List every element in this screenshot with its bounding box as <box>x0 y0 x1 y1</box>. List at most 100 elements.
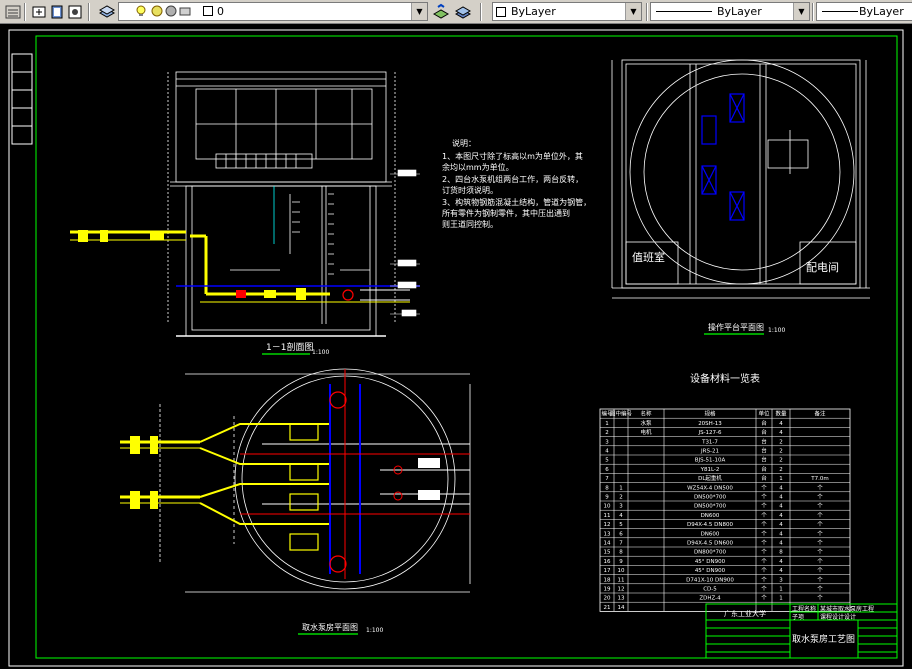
title-drawing-name: 取水泵房工艺图 <box>792 633 855 645</box>
table-cell: 个 <box>761 530 767 537</box>
table-cell: 13 <box>618 596 625 602</box>
table-cell: 7 <box>605 476 609 482</box>
title-item-label: 子项 <box>792 614 804 621</box>
sun-icon <box>151 5 163 17</box>
table-cell: 9 <box>605 495 609 501</box>
section-title: 1－1剖面图 <box>266 341 313 353</box>
chevron-down-icon[interactable]: ▼ <box>625 3 641 20</box>
layer-dropdown[interactable]: 0 ▼ <box>118 2 428 21</box>
table-cell: 3 <box>619 504 623 510</box>
lock-icon <box>165 5 177 17</box>
table-cell: 2 <box>779 439 783 445</box>
table-cell: 8 <box>605 485 609 491</box>
lightbulb-icon <box>135 5 147 17</box>
table-cell: 4 <box>779 559 783 565</box>
pump-plan-pipes <box>120 369 470 579</box>
drawing-border <box>35 35 898 659</box>
table-cell: 15 <box>604 550 611 556</box>
table-cell: 个 <box>817 567 823 574</box>
table-cell: 17 <box>604 568 611 574</box>
table-cell: 个 <box>761 567 767 574</box>
note-line: 所有零件为钢制零件，其中压出通到 <box>442 208 570 218</box>
notes-title: 说明： <box>452 138 476 148</box>
table-cell: 1 <box>605 421 609 427</box>
table-cell: 台 <box>761 447 767 455</box>
note-line: 订货时须说明。 <box>442 185 498 195</box>
layer-walk-icon[interactable] <box>454 3 472 21</box>
table-cell: 个 <box>817 576 823 583</box>
layer-states-icon[interactable] <box>98 3 116 21</box>
table-header: 图中编号 <box>610 410 633 418</box>
table-cell: DN500*700 <box>694 495 727 501</box>
table-cell: 4 <box>619 513 623 519</box>
linetype-dropdown[interactable]: ByLayer ▼ <box>650 2 810 21</box>
table-cell: 1 <box>779 476 783 482</box>
layer-previous-icon[interactable] <box>30 3 48 21</box>
chevron-down-icon[interactable]: ▼ <box>411 3 427 20</box>
table-cell: 台 <box>761 456 767 464</box>
table-cell: 8 <box>779 550 783 556</box>
lineweight-dropdown[interactable]: ByLayer <box>816 2 912 21</box>
section-pipes <box>70 230 420 303</box>
layer-manager-icon[interactable] <box>4 3 22 21</box>
title-project-label: 工程名称 <box>792 605 816 613</box>
table-cell: 13 <box>604 531 611 537</box>
table-cell: 1 <box>779 587 783 593</box>
layer-value: 0 <box>217 5 224 18</box>
chevron-down-icon[interactable]: ▼ <box>793 3 809 20</box>
table-cell: 12 <box>604 522 611 528</box>
color-swatch-icon <box>496 7 506 17</box>
table-cell: 个 <box>761 503 767 510</box>
table-cell: DN600 <box>701 531 720 537</box>
table-cell: 4 <box>779 504 783 510</box>
table-cell: 5 <box>605 458 609 464</box>
table-cell: 45° DN900 <box>695 559 726 565</box>
table-header: 数量 <box>775 410 787 418</box>
table-cell: D741X-10 DN900 <box>686 577 734 583</box>
platform-title: 操作平台平面图 <box>708 322 764 332</box>
table-cell: 3 <box>779 577 783 583</box>
table-cell: 45° DN900 <box>695 568 726 574</box>
table-cell: 个 <box>761 576 767 583</box>
table-cell: 14 <box>604 541 611 547</box>
linetype-swatch <box>656 11 712 12</box>
table-cell: 个 <box>817 512 823 519</box>
table-cell: 4 <box>779 430 783 436</box>
table-cell: D94X-4.5 DN600 <box>687 541 734 547</box>
table-header: 规格 <box>704 410 716 418</box>
plot-icon <box>179 5 191 17</box>
table-cell: 19 <box>604 587 611 593</box>
table-cell: 10 <box>604 504 611 510</box>
table-cell: 水泵 <box>640 419 652 427</box>
title-item-value: 课程设计设计 <box>820 613 856 621</box>
layer-previous-tool-icon[interactable] <box>432 3 450 21</box>
table-cell: 个 <box>817 549 823 556</box>
binding-strip <box>11 53 33 145</box>
drawing-canvas[interactable]: 1－1剖面图 1:100 说明： 1、本图尺寸除了标高以m为单位外，其 余均以m… <box>0 24 912 669</box>
table-cell: 台 <box>761 419 767 427</box>
layers-icon[interactable] <box>48 3 66 21</box>
note-line: 2、四台水泵机组两台工作，两台反转， <box>442 174 583 184</box>
platform-scale: 1:100 <box>768 327 785 334</box>
table-cell: 5 <box>619 522 623 528</box>
table-cell: 7 <box>619 541 623 547</box>
table-cell: JRS-21 <box>700 449 719 455</box>
table-cell: DN800*700 <box>694 550 727 556</box>
table-cell: 个 <box>817 540 823 547</box>
table-cell: 个 <box>817 494 823 501</box>
table-cell: 个 <box>817 595 823 602</box>
table-cell: 个 <box>761 549 767 556</box>
equipment-table: 编号图中编号 名称 规格 单位 数量 备注1 水泵 20SH-13 台 42 电机 JS-127-6 台… <box>599 408 851 612</box>
linetype-value: ByLayer <box>717 5 762 18</box>
table-cell: 个 <box>761 558 767 565</box>
color-dropdown[interactable]: ByLayer ▼ <box>492 2 642 21</box>
table-cell: 11 <box>618 577 625 583</box>
room-power-label: 配电间 <box>806 261 839 274</box>
make-object-layer-current-icon[interactable] <box>66 3 84 21</box>
note-line: 3、构筑物钢筋混凝土结构，管道为钢管， <box>442 197 591 207</box>
section-dimension-lines <box>390 169 420 317</box>
note-line: 则王道同控制。 <box>442 219 498 229</box>
table-cell: 个 <box>761 494 767 501</box>
table-cell: Y81L-2 <box>700 467 720 473</box>
table-cell: DN500*700 <box>694 504 727 510</box>
